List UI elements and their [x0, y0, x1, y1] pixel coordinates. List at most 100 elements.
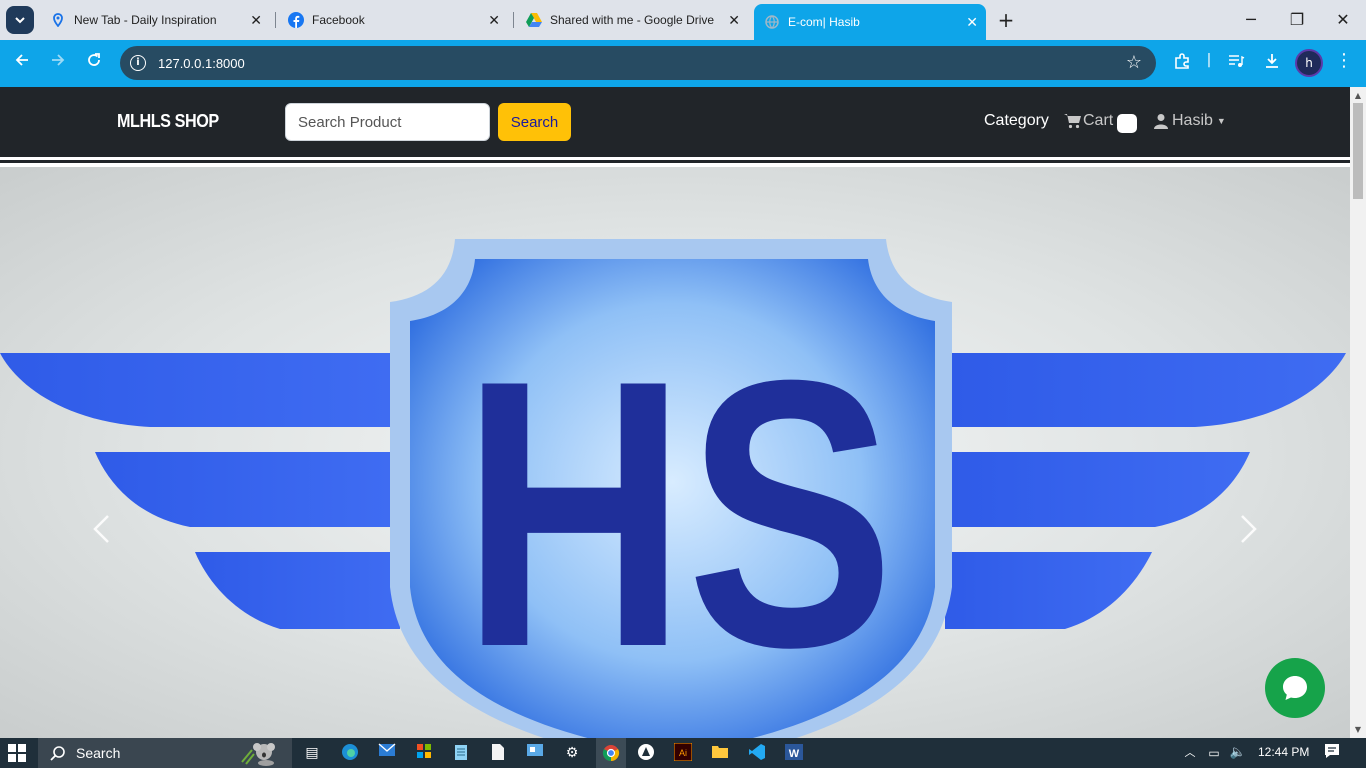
edge-browser-icon[interactable]: [340, 743, 360, 763]
logo-text: HS: [462, 301, 895, 726]
taskbar-clock[interactable]: 12:44 PM: [1258, 745, 1309, 759]
bookmark-star-icon[interactable]: ☆: [1126, 52, 1142, 73]
settings-gear-icon[interactable]: ⚙: [562, 743, 582, 763]
nav-user-dropdown[interactable]: Hasib ▼: [1154, 112, 1226, 130]
web-page: MLHLS SHOP Search Category Cart Hasib ▼: [0, 87, 1350, 738]
svg-text:W: W: [789, 748, 800, 760]
microsoft-store-icon[interactable]: [414, 743, 434, 763]
taskbar-search-label: Search: [76, 745, 121, 761]
carousel-prev-button[interactable]: [86, 512, 116, 553]
chevron-down-icon: [15, 17, 25, 24]
navbar-divider: [0, 160, 1350, 163]
chevron-right-icon: [1241, 515, 1257, 543]
app-circle-icon[interactable]: [636, 743, 656, 763]
browser-toolbar: i 127.0.0.1:8000 ☆ | h ⋮: [0, 40, 1366, 87]
back-button[interactable]: [10, 52, 34, 76]
site-navbar: MLHLS SHOP Search Category Cart Hasib ▼: [0, 87, 1350, 157]
reload-button[interactable]: [82, 52, 106, 76]
left-wing-bottom: [195, 552, 400, 629]
chevron-left-icon: [93, 515, 109, 543]
extensions-icon[interactable]: [1170, 52, 1194, 74]
close-icon[interactable]: ✕: [250, 12, 262, 29]
hs-logo-banner: HS: [0, 239, 1346, 738]
koala-widget-icon: [238, 740, 282, 766]
tab-title: Facebook: [312, 13, 365, 27]
tab-title: New Tab - Daily Inspiration: [74, 13, 217, 27]
task-view-icon[interactable]: ▤: [302, 743, 322, 763]
chat-bubble-icon: [1283, 676, 1307, 700]
cart-count-badge: [1117, 114, 1137, 133]
nav-cart[interactable]: Cart: [1064, 112, 1113, 130]
right-wing-top: [952, 353, 1346, 427]
svg-text:Ai: Ai: [679, 748, 687, 758]
notepad-icon[interactable]: [451, 743, 471, 763]
right-wing-middle: [952, 452, 1250, 527]
browser-tab-ecom-hasib[interactable]: E-com| Hasib ✕: [754, 4, 986, 40]
reload-icon: [88, 53, 100, 66]
scroll-down-icon[interactable]: ▼: [1353, 725, 1363, 734]
show-hidden-icons-chevron[interactable]: ︿: [1180, 743, 1200, 763]
notifications-icon[interactable]: [1322, 743, 1342, 763]
close-icon[interactable]: ✕: [728, 12, 740, 29]
windows-taskbar: Search ▤ ⚙ Ai W ︿ ▭ 🔈 12:44 PM: [0, 738, 1366, 768]
download-icon[interactable]: [1260, 52, 1284, 74]
close-window-button[interactable]: ✕: [1328, 10, 1358, 29]
scroll-up-icon[interactable]: ▲: [1353, 91, 1363, 100]
mail-icon[interactable]: [377, 743, 397, 763]
shopping-cart-icon: [1064, 114, 1081, 129]
tab-title: E-com| Hasib: [788, 15, 860, 29]
left-wing-top: [0, 353, 390, 427]
word-icon[interactable]: W: [784, 743, 804, 763]
tab-divider: [275, 12, 276, 28]
scroll-thumb[interactable]: [1353, 103, 1363, 199]
info-icon[interactable]: i: [130, 55, 146, 71]
hero-carousel: HS: [0, 167, 1350, 738]
windows-start-icon[interactable]: [8, 744, 26, 762]
google-drive-icon: [526, 12, 542, 28]
page-scrollbar[interactable]: ▲ ▼: [1350, 87, 1366, 738]
chrome-icon[interactable]: [596, 738, 626, 768]
search-input[interactable]: [285, 103, 490, 141]
volume-icon[interactable]: 🔈: [1228, 743, 1248, 763]
globe-icon: [764, 14, 780, 30]
minimize-button[interactable]: ─: [1236, 10, 1266, 29]
search-icon: [50, 746, 65, 761]
adobe-illustrator-icon[interactable]: Ai: [673, 742, 693, 763]
network-icon[interactable]: ▭: [1204, 743, 1224, 763]
more-menu-icon[interactable]: ⋮: [1332, 52, 1356, 70]
site-brand[interactable]: MLHLS SHOP: [117, 111, 219, 132]
tab-title: Shared with me - Google Drive: [550, 13, 715, 27]
file-icon[interactable]: [488, 743, 508, 763]
close-icon[interactable]: ✕: [488, 12, 500, 29]
location-pin-icon: [50, 12, 66, 28]
forward-button[interactable]: [46, 52, 70, 76]
search-button[interactable]: Search: [498, 103, 571, 141]
file-explorer-icon[interactable]: [710, 743, 730, 763]
close-icon[interactable]: ✕: [966, 14, 978, 31]
browser-tab-facebook[interactable]: Facebook ✕: [278, 6, 508, 34]
arrow-left-icon: [15, 54, 28, 66]
arrow-right-icon: [52, 54, 65, 66]
carousel-next-button[interactable]: [1234, 512, 1264, 553]
nav-category[interactable]: Category: [984, 112, 1049, 130]
toolbar-divider: |: [1206, 52, 1212, 68]
browser-tab-daily-inspiration[interactable]: New Tab - Daily Inspiration ✕: [40, 6, 270, 34]
control-panel-icon[interactable]: [525, 743, 545, 763]
browser-tab-google-drive[interactable]: Shared with me - Google Drive ✕: [516, 6, 748, 34]
restore-button[interactable]: ❐: [1282, 10, 1312, 29]
left-wing-middle: [95, 452, 390, 527]
cart-label: Cart: [1083, 112, 1114, 129]
profile-avatar[interactable]: h: [1295, 49, 1323, 77]
tab-divider: [513, 12, 514, 28]
tab-search-button[interactable]: [6, 6, 34, 34]
chat-widget-button[interactable]: [1265, 658, 1325, 718]
url-text[interactable]: 127.0.0.1:8000: [158, 56, 245, 71]
right-wing-bottom: [945, 552, 1152, 629]
caret-down-icon: ▼: [1216, 116, 1226, 126]
vscode-icon[interactable]: [747, 743, 767, 763]
user-icon: [1154, 114, 1168, 129]
media-queue-icon[interactable]: [1224, 52, 1248, 74]
new-tab-button[interactable]: +: [994, 8, 1018, 32]
address-bar[interactable]: i 127.0.0.1:8000 ☆: [120, 46, 1156, 80]
taskbar-search-box[interactable]: Search: [38, 738, 292, 768]
